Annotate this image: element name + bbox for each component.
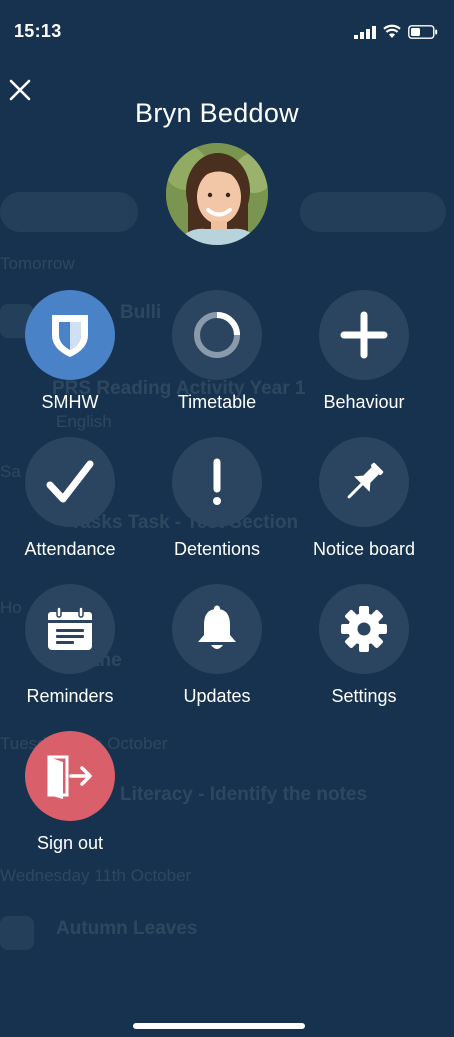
- menu-label-behaviour: Behaviour: [323, 392, 405, 412]
- exclamation-icon: [213, 458, 221, 505]
- status-time: 15:13: [14, 21, 62, 41]
- timetable-icon: [194, 312, 240, 358]
- gear-icon: [341, 606, 387, 652]
- battery-icon: [408, 25, 438, 39]
- menu-label-timetable: Timetable: [177, 392, 257, 412]
- checkmark-icon: [46, 460, 94, 503]
- wifi-icon: [383, 24, 401, 38]
- menu-item-settings[interactable]: Settings: [294, 584, 434, 724]
- menu-label-updates: Updates: [183, 686, 251, 706]
- menu-item-detentions[interactable]: Detentions: [147, 437, 287, 577]
- menu-label-sign-out: Sign out: [36, 833, 104, 853]
- home-indicator[interactable]: [133, 1023, 305, 1029]
- calendar-icon: [48, 606, 92, 650]
- plus-icon: [340, 311, 388, 359]
- menu-label-settings: Settings: [331, 686, 397, 706]
- signal-icon: [354, 26, 376, 39]
- menu-item-timetable[interactable]: Timetable: [147, 290, 287, 430]
- menu-item-sign-out[interactable]: Sign out: [0, 731, 140, 871]
- menu-label-detentions: Detentions: [173, 539, 261, 559]
- avatar-photo: [166, 143, 268, 245]
- menu-item-behaviour[interactable]: Behaviour: [294, 290, 434, 430]
- menu-item-reminders[interactable]: Reminders: [0, 584, 140, 724]
- bell-icon: [198, 605, 236, 649]
- menu-label-reminders: Reminders: [26, 686, 114, 706]
- background-tab: [300, 192, 446, 232]
- menu-label-attendance: Attendance: [24, 539, 116, 559]
- user-name: Bryn Beddow: [135, 98, 299, 128]
- background-row-icon: [0, 916, 34, 950]
- sign-out-icon: [47, 755, 92, 799]
- pin-icon: [347, 462, 384, 499]
- menu-item-notice-board[interactable]: Notice board: [294, 437, 434, 577]
- menu-item-updates[interactable]: Updates: [147, 584, 287, 724]
- menu-label-smhw: SMHW: [41, 392, 99, 412]
- background-tab: [0, 192, 138, 232]
- status-bar: 15:13: [0, 0, 454, 60]
- menu-label-notice-board: Notice board: [312, 539, 416, 559]
- shield-icon: [52, 315, 88, 357]
- menu-item-smhw[interactable]: SMHW: [0, 290, 140, 430]
- avatar[interactable]: [166, 143, 268, 245]
- menu-item-attendance[interactable]: Attendance: [0, 437, 140, 577]
